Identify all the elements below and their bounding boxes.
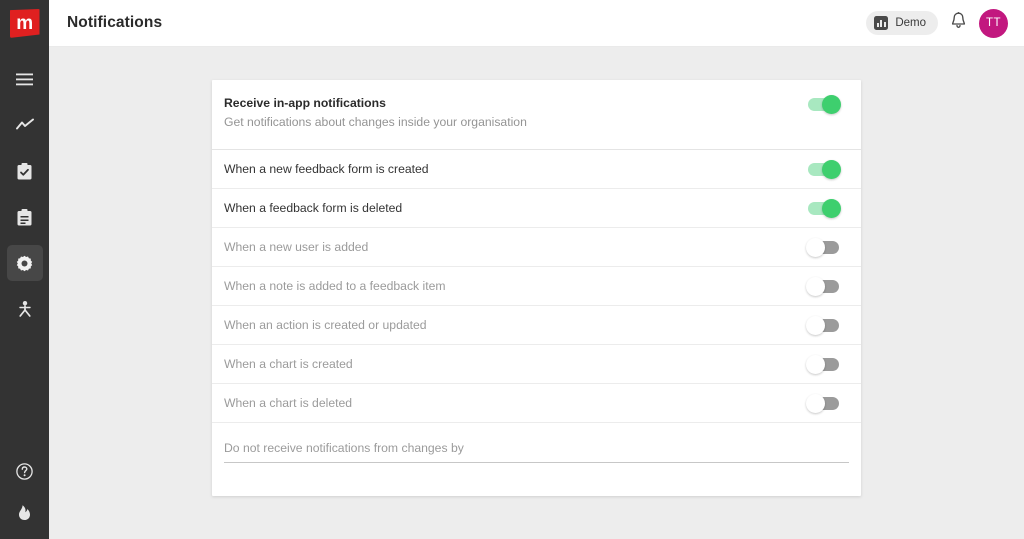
exclude-changes-input[interactable] xyxy=(224,441,849,463)
setting-row-new-feedback-form-created: When a new feedback form is created xyxy=(212,150,861,189)
master-notification-toggle-holder xyxy=(808,98,839,111)
setting-row-chart-created: When a chart is created xyxy=(212,345,861,384)
notification-settings-card: Receive in-app notifications Get notific… xyxy=(212,80,861,496)
setting-row-new-user-added: When a new user is added xyxy=(212,228,861,267)
sidebar-item-logout[interactable] xyxy=(7,494,43,530)
settings-icon xyxy=(16,255,33,272)
toggle-knob xyxy=(822,160,841,179)
card-bottom-padding xyxy=(212,480,861,496)
toggle-knob xyxy=(806,238,825,257)
page-title: Notifications xyxy=(67,14,162,32)
app-logo[interactable]: m xyxy=(0,0,49,47)
logo-letter: m xyxy=(16,14,32,33)
toggle-note-added-to-feedback-item[interactable] xyxy=(808,280,839,293)
exclude-changes-row xyxy=(212,423,861,480)
toggle-holder xyxy=(808,358,839,371)
content-area: Receive in-app notifications Get notific… xyxy=(49,47,1024,539)
bell-icon xyxy=(951,12,966,34)
sidebar-item-help[interactable] xyxy=(7,453,43,489)
setting-row-note-added-to-feedback-item: When a note is added to a feedback item xyxy=(212,267,861,306)
forms-icon xyxy=(17,209,32,226)
setting-row-chart-deleted: When a chart is deleted xyxy=(212,384,861,423)
toggle-holder xyxy=(808,397,839,410)
tasks-icon xyxy=(17,163,32,180)
toggle-knob xyxy=(806,316,825,335)
toggle-chart-deleted[interactable] xyxy=(808,397,839,410)
toggle-new-feedback-form-created[interactable] xyxy=(808,163,839,176)
sidebar-item-settings[interactable] xyxy=(7,245,43,281)
sidebar-item-menu[interactable] xyxy=(7,61,43,97)
toggle-knob xyxy=(822,95,841,114)
toggle-knob xyxy=(806,277,825,296)
toggle-holder xyxy=(808,241,839,254)
setting-row-feedback-form-deleted: When a feedback form is deleted xyxy=(212,189,861,228)
setting-label: When an action is created or updated xyxy=(224,318,427,332)
menu-icon xyxy=(16,73,33,86)
setting-row-action-created-or-updated: When an action is created or updated xyxy=(212,306,861,345)
setting-label: When a chart is deleted xyxy=(224,396,352,410)
setting-label: When a new user is added xyxy=(224,240,368,254)
toggle-holder xyxy=(808,280,839,293)
toggle-feedback-form-deleted[interactable] xyxy=(808,202,839,215)
toggle-holder xyxy=(808,202,839,215)
toggle-knob xyxy=(806,355,825,374)
master-notification-row: Receive in-app notifications Get notific… xyxy=(212,80,861,150)
logo-mark: m xyxy=(10,9,40,38)
toggle-holder xyxy=(808,319,839,332)
bar-chart-icon xyxy=(874,16,888,30)
master-notification-texts: Receive in-app notifications Get notific… xyxy=(224,96,527,129)
setting-label: When a chart is created xyxy=(224,357,353,371)
toggle-action-created-or-updated[interactable] xyxy=(808,319,839,332)
master-notification-title: Receive in-app notifications xyxy=(224,96,527,110)
setting-label: When a note is added to a feedback item xyxy=(224,279,446,293)
sidebar-item-tasks[interactable] xyxy=(7,153,43,189)
toggle-holder xyxy=(808,163,839,176)
people-icon xyxy=(17,301,33,318)
toggle-knob xyxy=(806,394,825,413)
workspace-label: Demo xyxy=(895,17,926,29)
sidebar-item-people[interactable] xyxy=(7,291,43,327)
toggle-receive-in-app-notifications[interactable] xyxy=(808,98,839,111)
sidebar-item-forms[interactable] xyxy=(7,199,43,235)
toggle-chart-created[interactable] xyxy=(808,358,839,371)
setting-label: When a feedback form is deleted xyxy=(224,201,402,215)
top-bar: Notifications Demo T xyxy=(49,0,1024,47)
toggle-knob xyxy=(822,199,841,218)
top-bar-actions: Demo TT xyxy=(866,9,1008,38)
toggle-new-user-added[interactable] xyxy=(808,241,839,254)
avatar[interactable]: TT xyxy=(979,9,1008,38)
help-icon xyxy=(16,463,33,480)
workspace-selector[interactable]: Demo xyxy=(866,11,938,35)
main-area: Notifications Demo T xyxy=(49,0,1024,539)
notifications-button[interactable] xyxy=(951,12,966,34)
logout-icon xyxy=(17,504,32,521)
analytics-icon xyxy=(16,118,34,132)
avatar-initials: TT xyxy=(986,17,1001,29)
app-root: m xyxy=(0,0,1024,539)
master-notification-subtitle: Get notifications about changes inside y… xyxy=(224,115,527,129)
sidebar-item-analytics[interactable] xyxy=(7,107,43,143)
setting-label: When a new feedback form is created xyxy=(224,162,429,176)
sidebar: m xyxy=(0,0,49,539)
